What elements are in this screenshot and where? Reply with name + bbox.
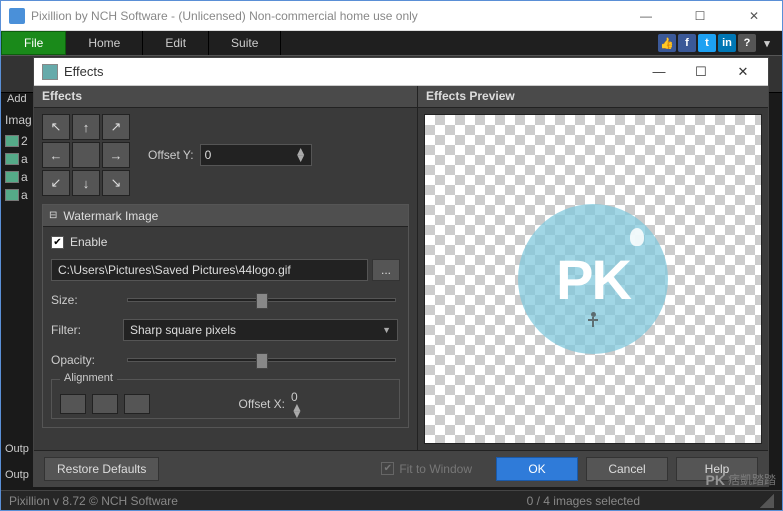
slider-thumb[interactable] (256, 353, 268, 369)
thumb-icon (5, 153, 19, 165)
dialog-button-bar: Restore Defaults ✔ Fit to Window OK Canc… (34, 450, 768, 486)
fit-label: Fit to Window (399, 462, 472, 476)
alignment-fieldset: Alignment Offset X: 0 (51, 379, 400, 419)
offset-y-label: Offset Y: (148, 148, 194, 162)
align-w-button[interactable]: ← (42, 142, 70, 168)
watermark-section-header[interactable]: ⊟ Watermark Image (43, 205, 408, 227)
dialog-minimize-button[interactable]: — (642, 64, 676, 80)
list-item[interactable]: a (21, 170, 28, 184)
output-label-1: Outp (5, 443, 29, 455)
effects-panel-header: Effects (34, 86, 417, 108)
align2-b[interactable] (92, 394, 118, 414)
effects-dialog: Effects — ☐ ✕ Effects ↖ ↑ ↗ ← → ↙ (33, 57, 769, 487)
enable-checkbox[interactable]: ✔ (51, 236, 64, 249)
fit-to-window-checkbox: ✔ Fit to Window (381, 462, 472, 476)
filter-select[interactable]: Sharp square pixels ▼ (123, 319, 398, 341)
thumb-icon (5, 135, 19, 147)
align2-a[interactable] (60, 394, 86, 414)
status-version: Pixillion v 8.72 © NCH Software (9, 494, 178, 508)
path-value: C:\Users\Pictures\Saved Pictures\44logo.… (58, 263, 291, 277)
preview-canvas: PK (424, 114, 762, 444)
minimize-button[interactable]: — (626, 9, 666, 23)
watermark-badge: PK 痞凱踏踏 (706, 471, 776, 488)
add-label: Add (7, 93, 27, 105)
linkedin-icon[interactable]: in (718, 34, 736, 52)
status-selection: 0 / 4 images selected (527, 494, 640, 508)
badge-pk: PK (706, 472, 725, 488)
status-bar: Pixillion v 8.72 © NCH Software 0 / 4 im… (1, 490, 782, 510)
slider-thumb[interactable] (256, 293, 268, 309)
ok-button[interactable]: OK (496, 457, 578, 481)
list-item[interactable]: 2 (21, 134, 28, 148)
list-item[interactable]: a (21, 188, 28, 202)
person-silhouette-icon (589, 312, 597, 334)
thumb-icon (5, 189, 19, 201)
thumbnails-column: Imag 2 a a a (5, 113, 35, 205)
align-sw-button[interactable]: ↙ (42, 170, 70, 196)
resize-grip-icon[interactable] (760, 494, 774, 508)
dialog-close-button[interactable]: ✕ (726, 64, 760, 80)
maximize-button[interactable]: ☐ (680, 9, 720, 23)
menubar: File Home Edit Suite 👍 f t in ? ▾ (1, 31, 782, 55)
size-label: Size: (51, 293, 123, 307)
menu-dropdown-icon[interactable]: ▾ (758, 34, 776, 52)
list-item[interactable]: a (21, 152, 28, 166)
preview-panel-header: Effects Preview (418, 86, 768, 108)
output-label-2: Outp (5, 469, 29, 481)
offset-x2-label: Offset X: (239, 397, 285, 411)
watermark-text: PK (556, 247, 630, 312)
menu-home[interactable]: Home (66, 31, 143, 55)
opacity-label: Opacity: (51, 353, 123, 367)
offset-y-input[interactable]: 0 ▲▼ (200, 144, 312, 166)
chevron-down-icon: ▼ (382, 325, 391, 335)
badge-text: 痞凱踏踏 (728, 471, 776, 488)
align-s-button[interactable]: ↓ (72, 170, 100, 196)
close-button[interactable]: ✕ (734, 9, 774, 23)
watermark-path-input[interactable]: C:\Users\Pictures\Saved Pictures\44logo.… (51, 259, 368, 281)
spin-down-icon[interactable]: ▼ (291, 411, 391, 418)
opacity-slider[interactable] (127, 358, 396, 362)
menu-file[interactable]: File (1, 31, 66, 55)
dialog-title: Effects (64, 64, 642, 79)
browse-button[interactable]: ... (372, 259, 400, 281)
align-ne-button[interactable]: ↗ (102, 114, 130, 140)
footprint-icon (630, 228, 644, 246)
dialog-icon (42, 64, 58, 80)
enable-label: Enable (70, 235, 107, 249)
spin-down-icon[interactable]: ▼ (295, 155, 307, 162)
dialog-maximize-button[interactable]: ☐ (684, 64, 718, 80)
like-icon[interactable]: 👍 (658, 34, 676, 52)
facebook-icon[interactable]: f (678, 34, 696, 52)
cancel-button[interactable]: Cancel (586, 457, 668, 481)
dialog-titlebar: Effects — ☐ ✕ (34, 58, 768, 86)
size-slider[interactable] (127, 298, 396, 302)
menu-edit[interactable]: Edit (143, 31, 209, 55)
thumb-icon (5, 171, 19, 183)
filter-value: Sharp square pixels (130, 323, 236, 337)
align-n-button[interactable]: ↑ (72, 114, 100, 140)
twitter-icon[interactable]: t (698, 34, 716, 52)
restore-defaults-button[interactable]: Restore Defaults (44, 457, 159, 481)
images-label: Imag (5, 113, 35, 127)
align-nw-button[interactable]: ↖ (42, 114, 70, 140)
menu-suite[interactable]: Suite (209, 31, 281, 55)
align-center-button[interactable] (72, 142, 100, 168)
filter-label: Filter: (51, 323, 123, 337)
collapse-icon[interactable]: ⊟ (49, 210, 57, 221)
app-title: Pixillion by NCH Software - (Unlicensed)… (31, 9, 626, 23)
app-icon (9, 8, 25, 24)
offset-y-value: 0 (205, 148, 212, 162)
spin-up-icon[interactable]: ▲ (291, 404, 391, 411)
align-e-button[interactable]: → (102, 142, 130, 168)
fit-checkbox-box: ✔ (381, 462, 394, 475)
alignment-legend: Alignment (60, 372, 117, 384)
help-icon[interactable]: ? (738, 34, 756, 52)
alignment-grid: ↖ ↑ ↗ ← → ↙ ↓ ↘ (42, 114, 130, 196)
section-title: Watermark Image (63, 209, 158, 223)
offset-x2-input[interactable]: 0 ▲▼ (291, 390, 391, 418)
align2-c[interactable] (124, 394, 150, 414)
align-se-button[interactable]: ↘ (102, 170, 130, 196)
watermark-image-section: ⊟ Watermark Image ✔ Enable C:\Users\Pict… (42, 204, 409, 428)
main-titlebar: Pixillion by NCH Software - (Unlicensed)… (1, 1, 782, 31)
